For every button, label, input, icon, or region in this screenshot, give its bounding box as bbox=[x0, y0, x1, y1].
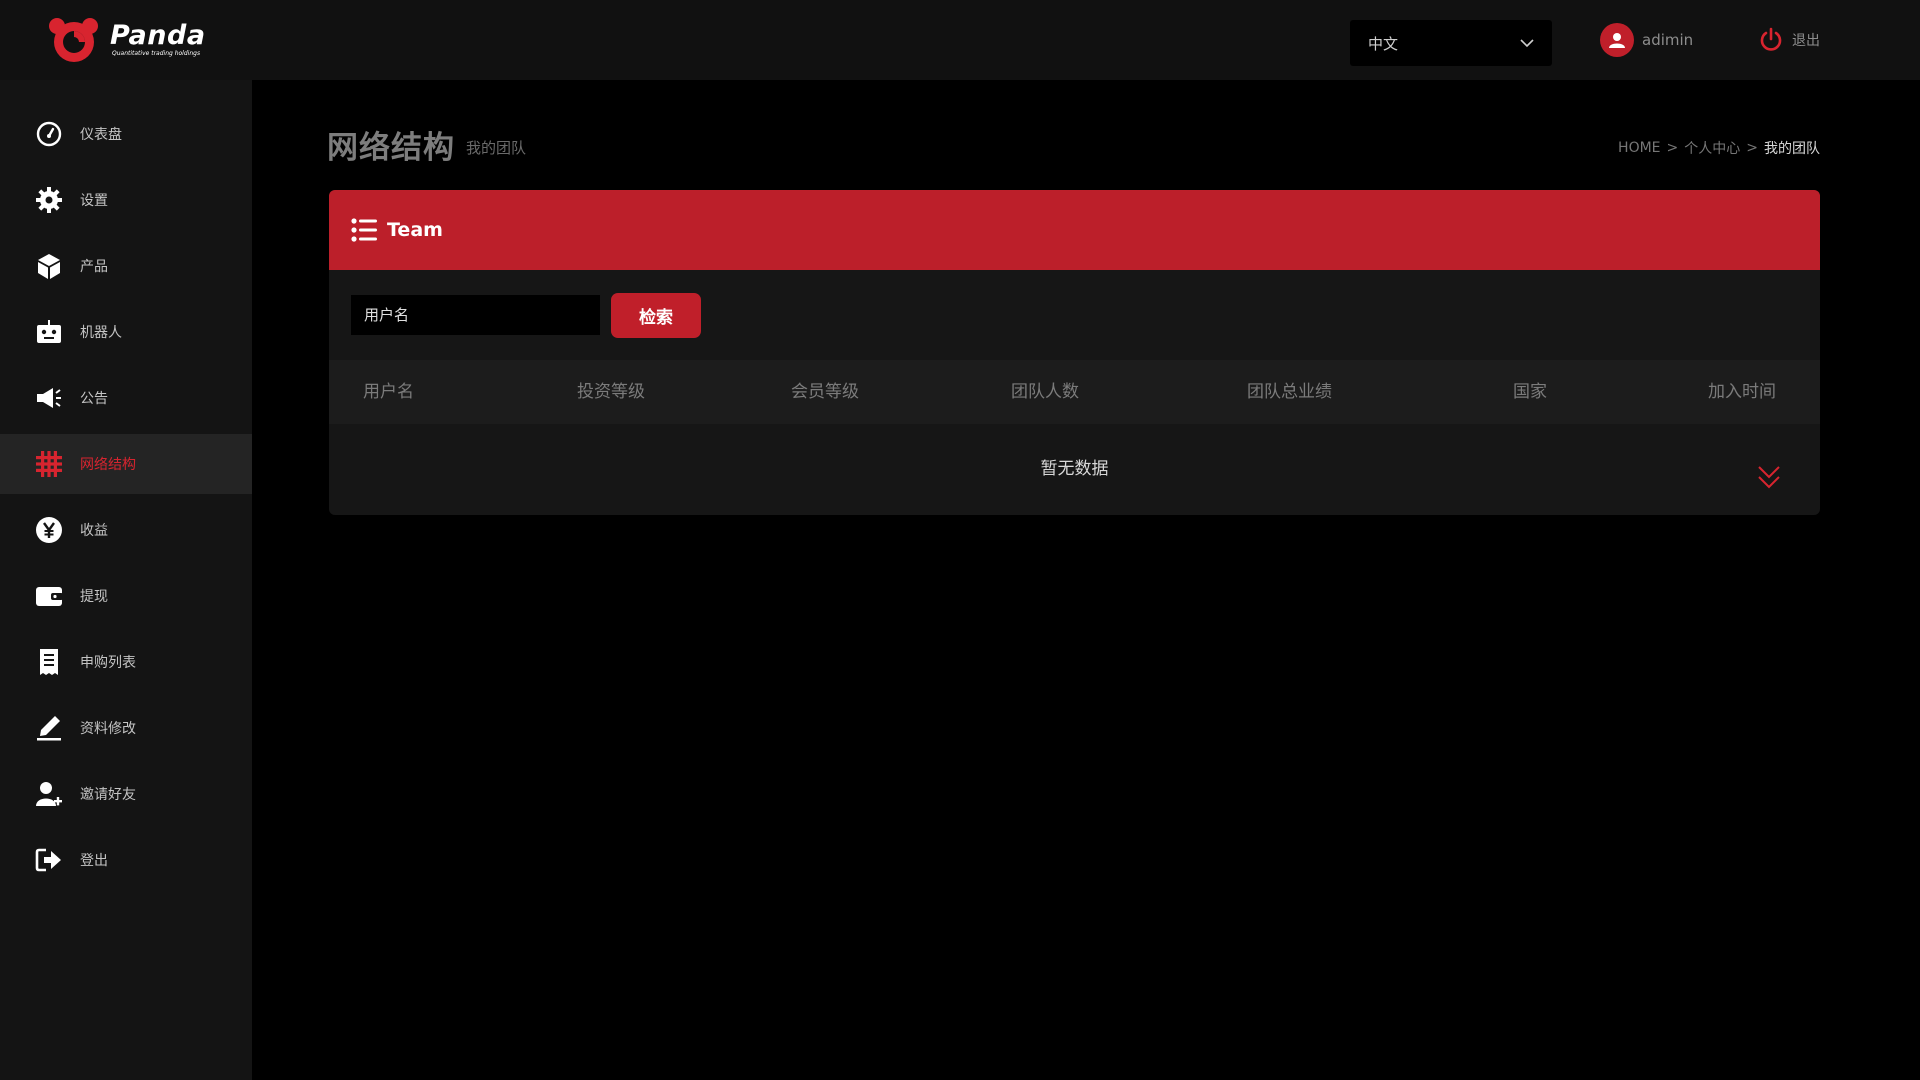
top-bar: Panda Quantitative trading holdings 中文 a… bbox=[0, 0, 1920, 80]
search-button[interactable]: 检索 bbox=[611, 293, 701, 338]
panel-header: Team bbox=[329, 190, 1820, 270]
breadcrumb-personal-center[interactable]: 个人中心 bbox=[1684, 138, 1740, 158]
logout-label: 退出 bbox=[1792, 33, 1820, 49]
sidebar-item-network-structure[interactable]: 网络结构 bbox=[0, 434, 252, 494]
empty-state-text: 暂无数据 bbox=[1040, 459, 1109, 479]
sidebar-item-label: 登出 bbox=[80, 853, 108, 869]
sidebar-item-label: 资料修改 bbox=[80, 721, 136, 737]
cube-icon bbox=[34, 251, 64, 281]
language-select[interactable]: 中文 bbox=[1350, 20, 1552, 66]
empty-table-row: 暂无数据 bbox=[329, 424, 1820, 515]
logout-button[interactable]: 退出 bbox=[1758, 24, 1820, 56]
sidebar-item-products[interactable]: 产品 bbox=[0, 236, 252, 296]
sidebar-item-dashboard[interactable]: 仪表盘 bbox=[0, 104, 252, 164]
column-header-team-performance: 团队总业绩 bbox=[1247, 382, 1332, 402]
breadcrumb-home[interactable]: HOME bbox=[1618, 140, 1660, 156]
brand-name: Panda bbox=[110, 20, 206, 51]
sidebar-item-settings[interactable]: 设置 bbox=[0, 170, 252, 230]
breadcrumb-separator: > bbox=[1746, 140, 1758, 156]
table-header: 用户名 投资等级 会员等级 团队人数 团队总业绩 国家 加入时间 bbox=[329, 360, 1820, 424]
dashboard-gauge-icon bbox=[34, 119, 64, 149]
language-selected-value: 中文 bbox=[1368, 34, 1399, 53]
receipt-icon bbox=[34, 647, 64, 677]
column-header-join-time: 加入时间 bbox=[1708, 382, 1776, 402]
megaphone-icon bbox=[34, 383, 64, 413]
user-plus-icon bbox=[34, 779, 64, 809]
sidebar-item-announcements[interactable]: 公告 bbox=[0, 368, 252, 428]
breadcrumb: HOME > 个人中心 > 我的团队 bbox=[1618, 138, 1820, 158]
sidebar-item-label: 网络结构 bbox=[80, 457, 136, 473]
double-chevron-down-icon[interactable] bbox=[1757, 464, 1781, 492]
sidebar-item-label: 机器人 bbox=[80, 325, 122, 341]
column-header-member-level: 会员等级 bbox=[791, 382, 859, 402]
wallet-icon bbox=[34, 581, 64, 611]
username-search-input[interactable] bbox=[351, 295, 600, 335]
chevron-down-icon bbox=[1520, 39, 1534, 48]
username-label: adimin bbox=[1642, 31, 1694, 49]
sidebar-item-label: 公告 bbox=[80, 391, 108, 407]
edit-pen-icon bbox=[34, 713, 64, 743]
sidebar-item-label: 收益 bbox=[80, 523, 108, 539]
panda-logo-icon bbox=[49, 18, 98, 62]
column-header-username: 用户名 bbox=[363, 382, 414, 402]
column-header-investment-level: 投资等级 bbox=[577, 382, 645, 402]
sidebar-item-label: 邀请好友 bbox=[80, 787, 136, 803]
sidebar-item-robot[interactable]: 机器人 bbox=[0, 302, 252, 362]
panel-title: Team bbox=[387, 219, 443, 241]
sidebar-item-subscription-list[interactable]: 申购列表 bbox=[0, 632, 252, 692]
breadcrumb-current: 我的团队 bbox=[1764, 141, 1820, 157]
yen-coin-icon bbox=[34, 515, 64, 545]
sidebar-item-label: 申购列表 bbox=[80, 655, 136, 671]
sign-out-icon bbox=[34, 845, 64, 875]
page-subtitle: 我的团队 bbox=[466, 139, 527, 157]
breadcrumb-separator: > bbox=[1666, 140, 1679, 156]
brand-logo[interactable]: Panda Quantitative trading holdings bbox=[48, 16, 206, 64]
column-header-country: 国家 bbox=[1513, 382, 1547, 402]
sidebar-item-label: 仪表盘 bbox=[80, 127, 122, 143]
power-icon bbox=[1760, 27, 1782, 51]
sidebar: 仪表盘 设置 产品 机器人 公告 网络结构 收益 提现 申购列表 资料修改 邀请… bbox=[0, 80, 252, 1080]
sidebar-item-withdraw[interactable]: 提现 bbox=[0, 566, 252, 626]
sidebar-item-invite-friends[interactable]: 邀请好友 bbox=[0, 764, 252, 824]
grid-hash-icon bbox=[34, 449, 64, 479]
list-icon bbox=[351, 218, 377, 242]
sidebar-item-edit-profile[interactable]: 资料修改 bbox=[0, 698, 252, 758]
gear-icon bbox=[34, 185, 64, 215]
page-title: 网络结构 bbox=[327, 130, 455, 166]
user-menu[interactable]: adimin bbox=[1600, 22, 1693, 58]
column-header-team-size: 团队人数 bbox=[1011, 382, 1079, 402]
user-avatar-icon bbox=[1600, 23, 1634, 57]
sidebar-item-sign-out[interactable]: 登出 bbox=[0, 830, 252, 890]
robot-icon bbox=[34, 317, 64, 347]
sidebar-item-label: 设置 bbox=[80, 193, 108, 209]
sidebar-item-earnings[interactable]: 收益 bbox=[0, 500, 252, 560]
team-panel: Team 检索 用户名 投资等级 会员等级 团队人数 团队总业绩 国家 加入时间… bbox=[329, 190, 1820, 515]
sidebar-item-label: 产品 bbox=[80, 259, 108, 275]
brand-tagline: Quantitative trading holdings bbox=[112, 50, 201, 57]
sidebar-item-label: 提现 bbox=[80, 589, 108, 605]
